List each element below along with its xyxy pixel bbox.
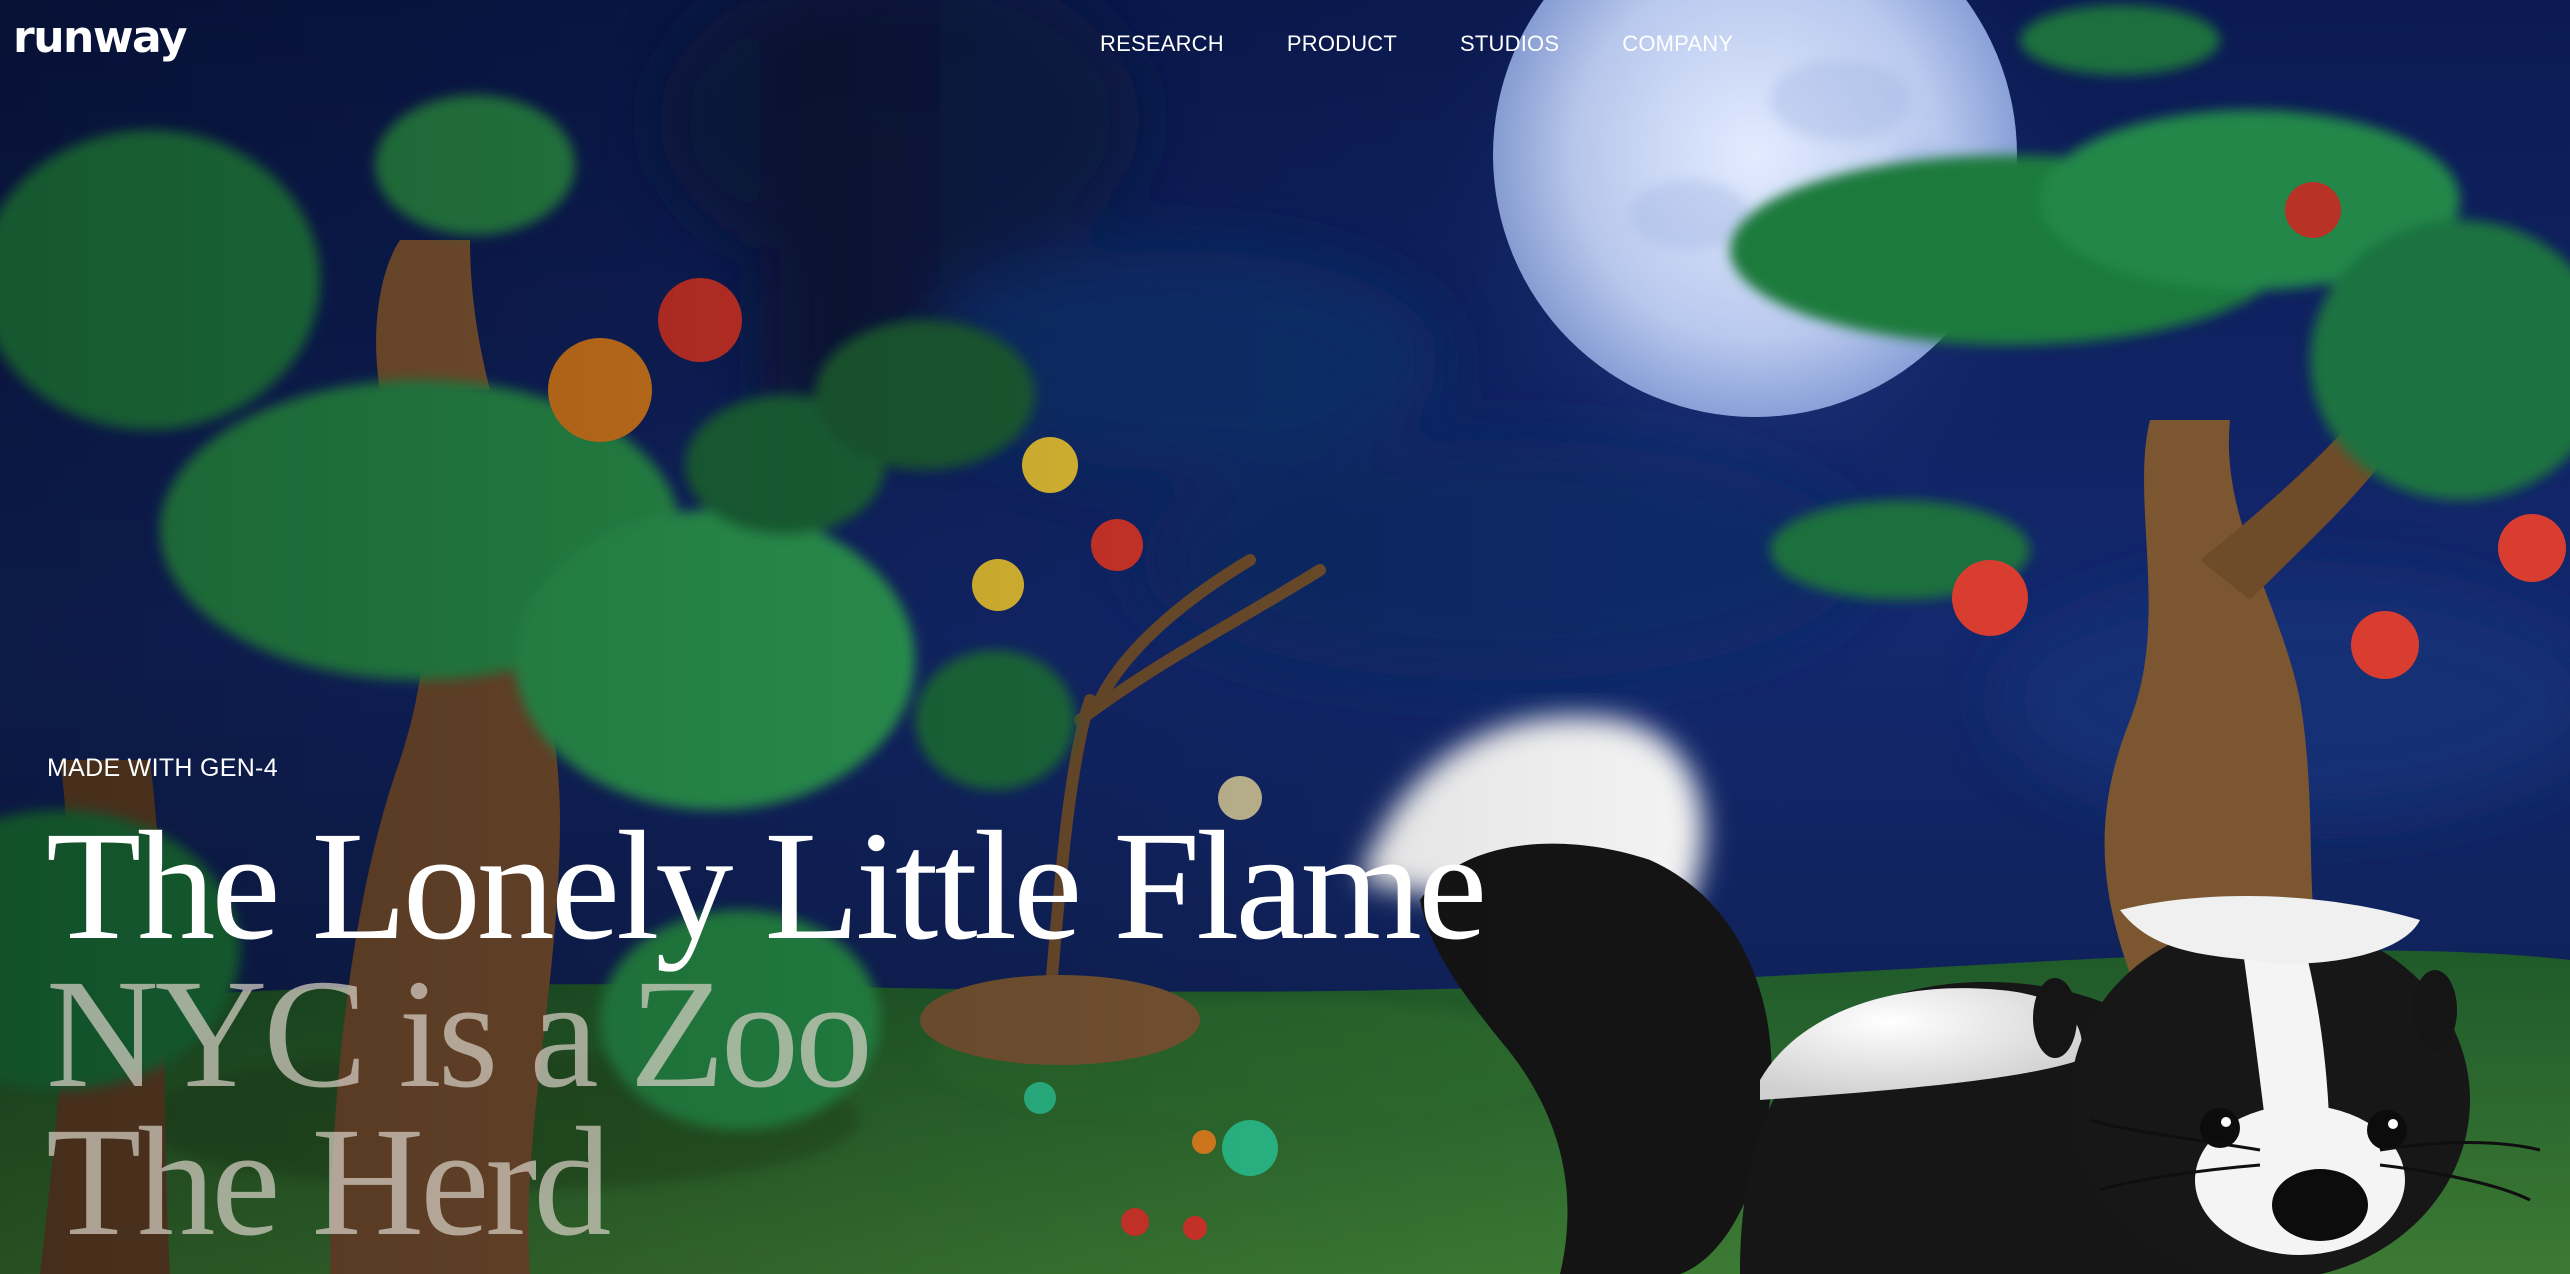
nav-product-link[interactable]: PRODUCT (1287, 26, 1397, 62)
top-navigation: RESEARCH PRODUCT STUDIOS COMPANY (1100, 26, 1796, 62)
made-with-gen4-label: MADE WITH GEN-4 (47, 754, 278, 782)
nav-studios-link[interactable]: STUDIOS (1460, 26, 1559, 62)
nav-company-link[interactable]: COMPANY (1622, 26, 1733, 62)
runway-logo[interactable]: runway (13, 8, 188, 68)
nav-research-link[interactable]: RESEARCH (1100, 26, 1224, 62)
film-title-the-herd[interactable]: The Herd (46, 1104, 1483, 1260)
film-title-nyc-is-a-zoo[interactable]: NYC is a Zoo (46, 956, 1483, 1112)
film-title-list: The Lonely Little Flame NYC is a Zoo The… (46, 808, 1487, 1260)
film-title-the-lonely-little-flame[interactable]: The Lonely Little Flame (46, 808, 1487, 964)
